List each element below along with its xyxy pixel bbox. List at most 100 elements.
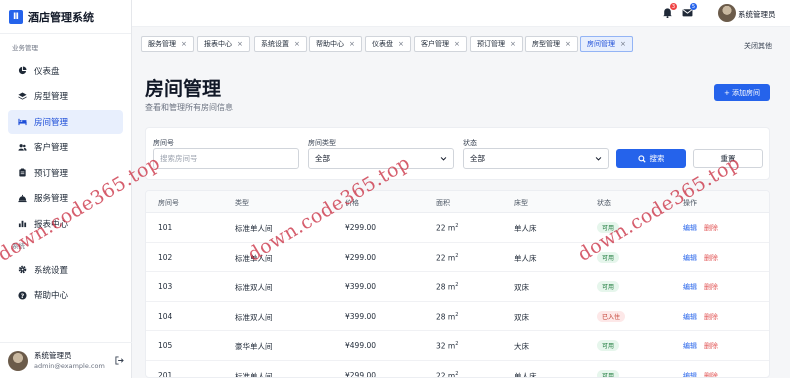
brand[interactable]: Ⅱ 酒店管理系统: [0, 0, 131, 34]
edit-link[interactable]: 编辑: [683, 341, 697, 351]
status-select[interactable]: 全部: [463, 148, 609, 169]
page-subtitle: 查看和管理所有房间信息: [145, 103, 233, 112]
tab-rooms[interactable]: 房间管理 ×: [580, 36, 633, 52]
topbar-avatar[interactable]: [718, 4, 736, 22]
tab-room-types[interactable]: 房型管理 ×: [525, 36, 578, 52]
tab-customers[interactable]: 客户管理 ×: [414, 36, 467, 52]
tab-close-icon[interactable]: ×: [454, 40, 460, 48]
delete-link[interactable]: 删除: [704, 223, 718, 233]
sidebar-item-dashboard[interactable]: 仪表盘: [8, 59, 123, 83]
edit-link[interactable]: 编辑: [683, 223, 697, 233]
room-number-search-input[interactable]: 搜索房间号: [153, 148, 299, 169]
notifications-badge: 3: [670, 3, 677, 10]
column-header: 操作: [683, 199, 697, 207]
delete-link[interactable]: 删除: [704, 282, 718, 292]
tab-close-icon[interactable]: ×: [620, 40, 626, 48]
avatar[interactable]: [8, 350, 28, 371]
tab-bookings[interactable]: 预订管理 ×: [470, 36, 523, 52]
area-cell: 22 m2: [436, 253, 458, 263]
room-number-cell: 201: [158, 371, 172, 378]
room-type-select[interactable]: 全部: [308, 148, 454, 169]
sidebar: Ⅱ 酒店管理系统 业务管理 仪表盘 房型管理 房间管理 客户管理 预订管理 服务…: [0, 0, 132, 378]
filter-card: 房间号 搜索房间号 房间类型 全部 状态 全部 搜索 重置: [145, 127, 770, 180]
tab-close-icon[interactable]: ×: [565, 40, 571, 48]
sidebar-item-help[interactable]: ? 帮助中心: [8, 283, 123, 307]
room-type-cell: 标准双人间: [235, 282, 273, 293]
sidebar-item-services[interactable]: 服务管理: [8, 186, 123, 210]
sidebar-item-customers[interactable]: 客户管理: [8, 135, 123, 159]
area-unit-superscript: 2: [455, 311, 459, 318]
tab-close-icon[interactable]: ×: [349, 40, 355, 48]
reset-button[interactable]: 重置: [693, 149, 763, 168]
room-number-cell-text: 102: [158, 252, 173, 262]
tab-close-icon[interactable]: ×: [510, 40, 516, 48]
tab-label: 房间管理: [587, 40, 615, 48]
area-unit-superscript: 2: [455, 282, 459, 288]
bed-type-cell-text: 单人床: [514, 371, 537, 378]
edit-link[interactable]: 编辑: [683, 371, 697, 378]
close-other-tabs-button[interactable]: 关闭其他: [744, 41, 772, 51]
tab-close-icon[interactable]: ×: [294, 40, 300, 48]
messages-envelope-icon[interactable]: 5: [682, 3, 697, 18]
price-cell-text: ¥499.00: [345, 341, 377, 350]
tab-close-icon[interactable]: ×: [237, 40, 243, 48]
status-select-value: 全部: [470, 154, 485, 163]
room-type-cell-text: 标准单人间: [235, 253, 273, 263]
area-cell: 28 m2: [436, 312, 458, 322]
column-header: 床型: [514, 199, 528, 207]
bed-type-cell: 大床: [514, 341, 529, 352]
sidebar-item-label: 客户管理: [34, 143, 69, 153]
edit-link[interactable]: 编辑: [683, 282, 697, 292]
area-unit-superscript: 2: [455, 223, 459, 229]
tab-dashboard[interactable]: 仪表盘 ×: [365, 36, 411, 52]
delete-link[interactable]: 删除: [704, 253, 718, 263]
sidebar-item-label: 预订管理: [34, 168, 69, 179]
room-number-cell-text: 201: [158, 370, 173, 378]
sidebar-item-room-types[interactable]: 房型管理: [8, 84, 123, 108]
tab-close-icon[interactable]: ×: [181, 40, 187, 48]
tab-services[interactable]: 服务管理 ×: [141, 36, 194, 52]
sidebar-item-reports[interactable]: 报表中心: [8, 212, 123, 236]
tab-settings[interactable]: 系统设置 ×: [254, 36, 307, 52]
tab-close-icon[interactable]: ×: [398, 40, 404, 48]
status-badge: 可用: [597, 340, 620, 351]
table-row: 104 标准双人间 ¥399.00 28 m2 双床 已入住 编辑 删除: [146, 302, 769, 331]
page-title: 房间管理: [145, 78, 222, 100]
search-button[interactable]: 搜索: [616, 149, 686, 168]
area-unit-superscript: 2: [455, 252, 459, 259]
column-header: 状态: [597, 199, 611, 207]
edit-link[interactable]: 编辑: [683, 312, 697, 322]
delete-link[interactable]: 删除: [704, 312, 718, 322]
topbar-user-name[interactable]: 系统管理员: [738, 9, 776, 20]
room-type-cell: 标准单人间: [235, 253, 273, 264]
notifications-bell-icon[interactable]: 3: [662, 3, 677, 19]
clipboard-icon: [16, 167, 28, 179]
sidebar-item-rooms[interactable]: 房间管理: [8, 109, 123, 134]
tab-help[interactable]: 帮助中心 ×: [309, 36, 362, 52]
sidebar-item-settings[interactable]: 系统设置: [8, 258, 123, 282]
price-cell: ¥399.00: [345, 282, 376, 291]
area-unit-superscript: 2: [455, 341, 459, 347]
chevron-down-icon: [595, 157, 602, 161]
price-cell-text: ¥299.00: [345, 223, 377, 232]
bed-type-cell-text: 双床: [514, 283, 529, 292]
bed-type-cell: 单人床: [514, 223, 537, 234]
delete-link[interactable]: 删除: [704, 341, 718, 351]
bed-type-cell-text: 单人床: [514, 224, 537, 233]
area-cell-text: 32 m: [436, 341, 456, 351]
edit-link[interactable]: 编辑: [683, 253, 697, 263]
section-label-system: 系统: [12, 242, 25, 250]
logout-icon[interactable]: [115, 356, 124, 365]
area-cell-text: 22 m: [436, 253, 456, 262]
add-room-button[interactable]: + 添加房间: [714, 84, 770, 101]
delete-link[interactable]: 删除: [704, 371, 718, 378]
question-icon: ?: [16, 289, 28, 301]
status-badge: 可用: [597, 369, 620, 377]
sidebar-item-bookings[interactable]: 预订管理: [8, 161, 123, 185]
status-badge: 已入住: [597, 310, 626, 322]
price-cell: ¥299.00: [345, 253, 376, 262]
price-cell: ¥399.00: [345, 312, 376, 321]
status-label: 状态: [463, 139, 477, 147]
tab-reports[interactable]: 报表中心 ×: [197, 36, 250, 52]
tab-label: 仪表盘: [372, 40, 393, 48]
